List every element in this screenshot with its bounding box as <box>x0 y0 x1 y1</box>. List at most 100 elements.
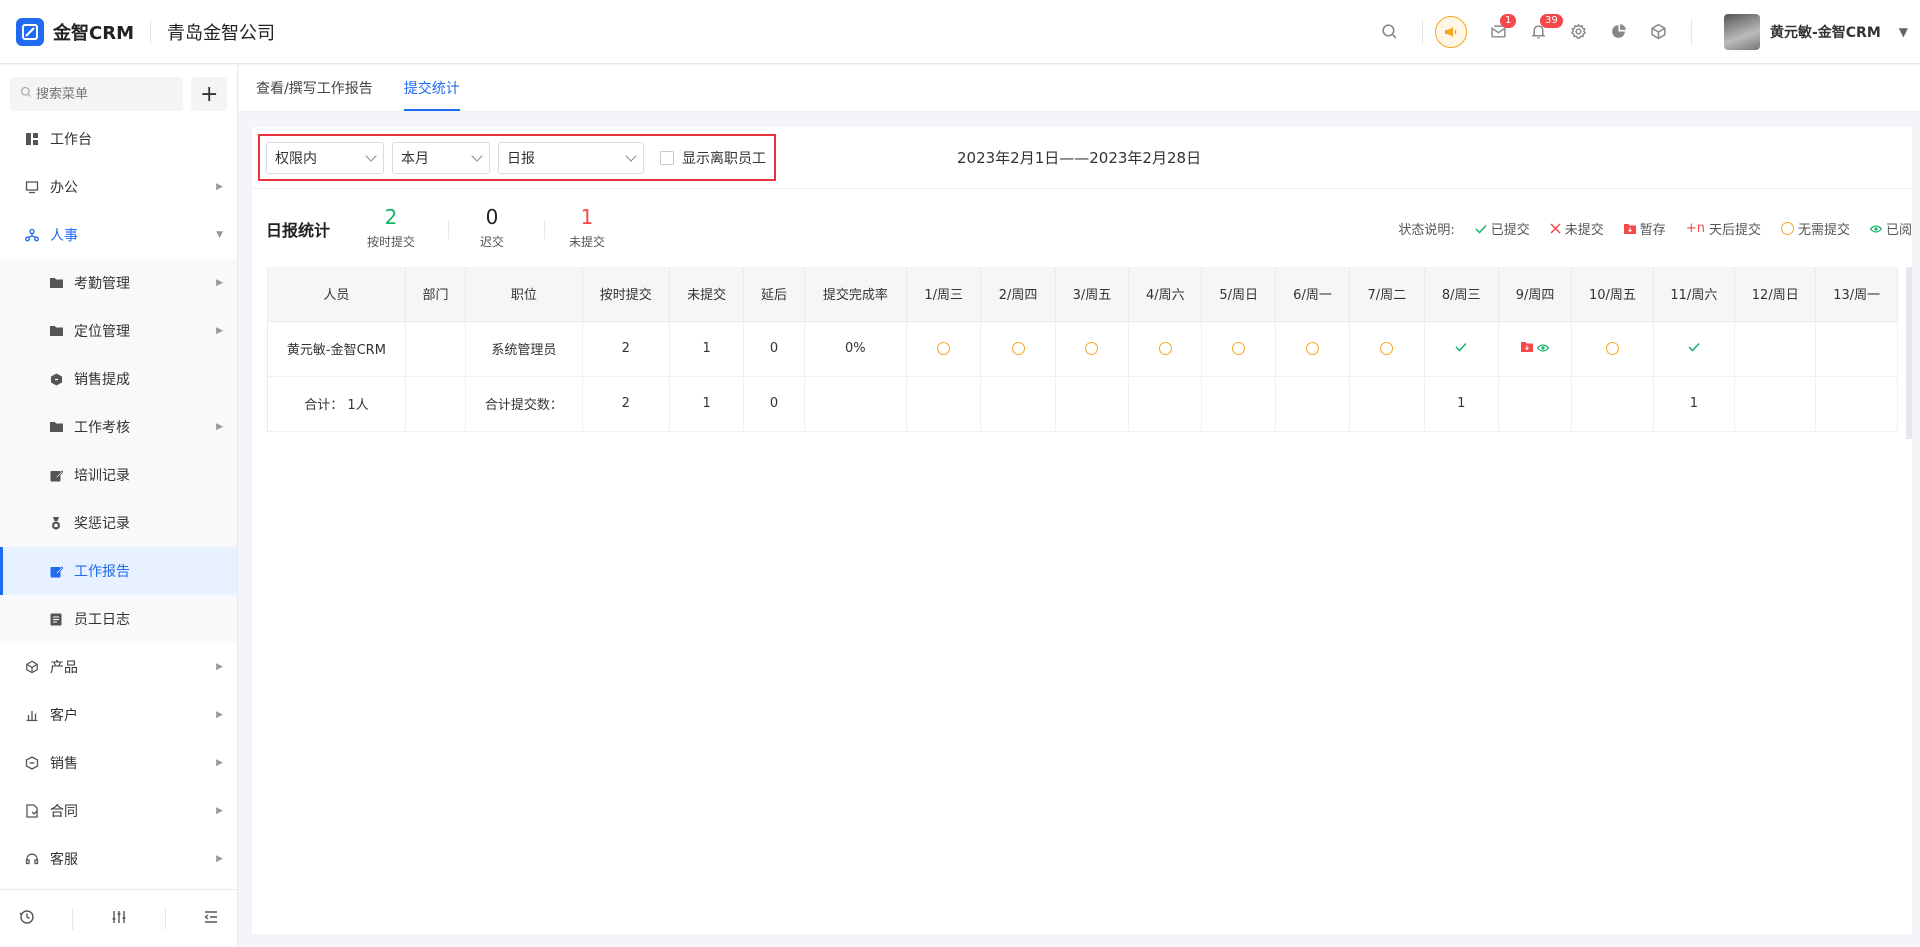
sidebar-item-attendance[interactable]: 考勤管理 ▶ <box>0 259 237 307</box>
legend-read: 已阅 <box>1869 219 1912 238</box>
sidebar-item-label: 合同 <box>50 804 78 820</box>
sidebar-item-label: 办公 <box>50 180 78 196</box>
menu-search-input[interactable] <box>36 86 176 102</box>
report-type-select[interactable]: 日报 <box>498 141 644 174</box>
cell-day-status[interactable] <box>1498 321 1573 377</box>
sidebar-item-contract[interactable]: 合同 ▶ <box>0 787 237 835</box>
cube-icon[interactable] <box>1639 12 1679 52</box>
column-header: 1/周三 <box>906 267 982 322</box>
cell-day-status[interactable] <box>906 321 982 377</box>
message-icon[interactable]: 1 <box>1479 12 1519 52</box>
header-divider <box>1421 18 1423 45</box>
sidebar-item-hr[interactable]: 人事 ▼ <box>0 211 237 259</box>
sidebar-item-commission[interactable]: 销售提成 <box>0 355 237 403</box>
header-divider <box>1690 18 1692 45</box>
stats-panel: 权限内 本月 日报 显示离职员工 2023年2月1日——2023年2月28日 日… <box>252 127 1912 934</box>
sidebar-item-label: 销售 <box>50 756 78 772</box>
cell-day-status[interactable] <box>1128 321 1203 377</box>
user-name[interactable]: 黄元敏-金智CRM <box>1770 22 1881 42</box>
cell-day-status[interactable] <box>1201 321 1276 377</box>
sidebar-item-label: 产品 <box>50 660 78 676</box>
report-table-wrap[interactable]: 人员 部门 职位 按时提交 未提交 延后 提交完成率 1/周三 2/周四 3/周五 4/周六 5/周日… <box>267 267 1898 432</box>
sidebar-item-assessment[interactable]: 工作考核 ▶ <box>0 403 237 451</box>
chevron-right-icon: ▶ <box>216 182 223 192</box>
dashboard-icon <box>24 131 40 147</box>
horn-icon[interactable] <box>1434 15 1467 48</box>
chevron-down-icon[interactable]: ▼ <box>1899 25 1908 39</box>
cell-day-status[interactable] <box>1055 321 1130 377</box>
sidebar-item-staff-log[interactable]: 员工日志 <box>0 595 237 643</box>
cell-day-status[interactable] <box>1349 321 1425 377</box>
sidebar-item-sales[interactable]: 销售 ▶ <box>0 739 237 787</box>
cell-total-day <box>1201 376 1276 432</box>
sidebar-item-service[interactable]: 客服 ▶ <box>0 835 237 883</box>
not-required-icon <box>1158 342 1172 355</box>
cell-total-day <box>906 376 982 432</box>
sidebar-item-training[interactable]: 培训记录 <box>0 451 237 499</box>
cell-day-status <box>1734 321 1817 377</box>
footer-divider <box>164 907 166 930</box>
log-icon <box>48 611 64 627</box>
cell-day-status[interactable] <box>1275 321 1351 377</box>
medal-icon <box>48 515 64 531</box>
settings-sliders-icon[interactable] <box>111 909 127 929</box>
table-row[interactable]: 黄元敏-金智CRM 系统管理员 2 1 0 0% <box>268 321 1898 377</box>
cell-total-day <box>1349 376 1425 432</box>
legend-label: 已阅 <box>1885 223 1912 238</box>
tab-submit-stats[interactable]: 提交统计 <box>403 64 460 111</box>
sidebar-item-customer[interactable]: 客户 ▶ <box>0 691 237 739</box>
sidebar-item-workbench[interactable]: 工作台 <box>0 115 237 163</box>
stat-late-label: 迟交 <box>479 235 504 249</box>
legend-label: 天后提交 <box>1708 223 1761 238</box>
cell-total-rate <box>804 376 907 432</box>
chevron-right-icon: ▶ <box>216 710 223 720</box>
scope-select[interactable]: 权限内 <box>266 141 384 174</box>
collapse-menu-icon[interactable] <box>203 909 219 929</box>
pie-chart-icon[interactable] <box>1599 12 1639 52</box>
add-button[interactable]: + <box>191 77 227 111</box>
user-avatar[interactable] <box>1723 13 1760 50</box>
checkbox-box[interactable] <box>660 150 674 165</box>
sidebar-item-office[interactable]: 办公 ▶ <box>0 163 237 211</box>
cell-total-sub-label: 合计提交数： <box>465 376 583 432</box>
cell-day-status[interactable] <box>980 321 1056 377</box>
gear-icon[interactable] <box>1559 12 1599 52</box>
circle-icon <box>1780 222 1794 235</box>
sidebar-item-product[interactable]: 产品 ▶ <box>0 643 237 691</box>
sidebar-item-location[interactable]: 定位管理 ▶ <box>0 307 237 355</box>
chevron-down-icon <box>625 149 637 162</box>
app-logo[interactable]: 金智CRM <box>16 17 134 46</box>
company-name[interactable]: 青岛金智公司 <box>167 19 275 45</box>
stat-missing-label: 未提交 <box>568 235 605 249</box>
column-header: 人员 <box>268 267 406 322</box>
column-header: 7/周二 <box>1349 267 1425 322</box>
table-scrollbar[interactable] <box>1906 267 1912 439</box>
menu-search[interactable] <box>10 77 184 111</box>
cell-day-status[interactable] <box>1424 321 1499 377</box>
sidebar-item-work-report[interactable]: 工作报告 <box>0 547 237 595</box>
cell-total-day <box>1815 376 1898 432</box>
logo-text: 金智CRM <box>53 22 134 44</box>
sidebar-item-label: 人事 <box>50 228 78 244</box>
stat-late-value: 0 <box>485 205 499 229</box>
cell-total-day <box>1055 376 1130 432</box>
bell-icon[interactable]: 39 <box>1519 12 1563 52</box>
show-resigned-checkbox[interactable]: 显示离职员工 <box>660 148 766 168</box>
period-select[interactable]: 本月 <box>392 141 490 174</box>
header-divider <box>149 20 151 43</box>
not-required-icon <box>1085 342 1099 355</box>
scope-select-value: 权限内 <box>275 150 317 167</box>
cell-day-status[interactable] <box>1571 321 1654 377</box>
check-icon <box>1688 341 1700 356</box>
chevron-down-icon <box>365 149 377 162</box>
cell-day-status[interactable] <box>1653 321 1736 377</box>
date-range: 2023年2月1日——2023年2月28日 <box>957 149 1202 167</box>
main-area: 查看/撰写工作报告 提交统计 权限内 本月 日报 显示离职员工 2023年2月1… <box>239 65 1920 947</box>
cell-total-day <box>980 376 1056 432</box>
tab-view-write-report[interactable]: 查看/撰写工作报告 <box>256 64 373 111</box>
search-icon[interactable] <box>1370 12 1410 52</box>
not-required-icon <box>1232 342 1246 355</box>
sidebar-item-rewards[interactable]: 奖惩记录 <box>0 499 237 547</box>
history-icon[interactable] <box>19 909 35 929</box>
contract-icon <box>24 803 40 819</box>
